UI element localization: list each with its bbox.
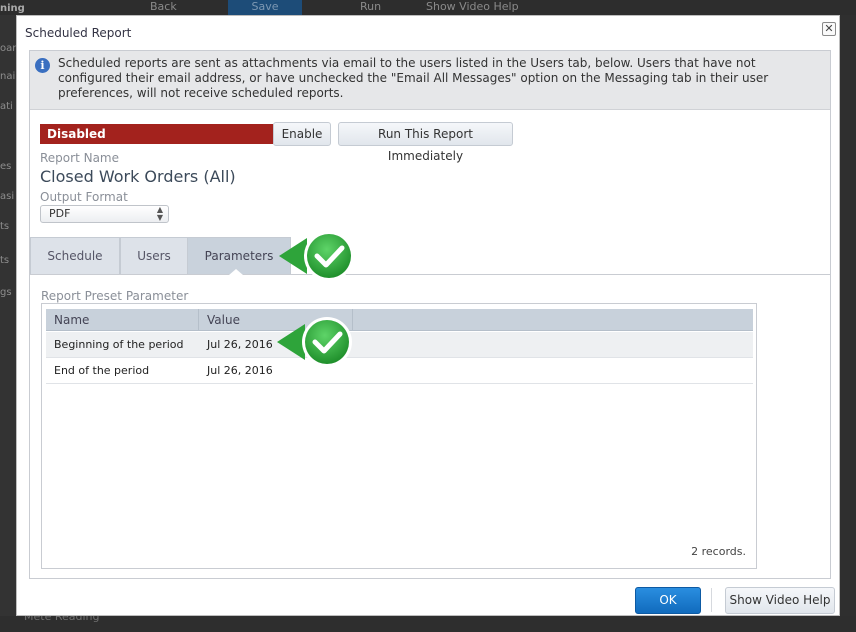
output-format-value: PDF xyxy=(49,207,71,220)
preset-parameter-label: Report Preset Parameter xyxy=(41,289,189,303)
background-save-button: Save xyxy=(228,0,302,15)
close-icon[interactable]: ✕ xyxy=(822,22,836,36)
column-header-name[interactable]: Name xyxy=(46,309,199,331)
background-run-button: Run xyxy=(360,0,382,13)
enable-button[interactable]: Enable xyxy=(273,122,331,146)
check-callout-icon xyxy=(277,317,352,367)
scheduled-report-dialog: Scheduled Report ✕ i Scheduled reports a… xyxy=(16,15,840,616)
report-panel: i Scheduled reports are sent as attachme… xyxy=(29,50,831,579)
check-callout-icon xyxy=(279,231,354,281)
output-format-label: Output Format xyxy=(40,190,128,204)
tab-pointer xyxy=(229,269,243,275)
footer-divider xyxy=(711,588,712,612)
sidebar-fragment: ning xyxy=(0,3,25,14)
background-video-help-button: Show Video Help xyxy=(426,0,519,13)
parameters-grid: Name Value Beginning of the period Jul 2… xyxy=(41,303,757,569)
ok-button[interactable]: OK xyxy=(635,587,701,614)
report-name-value: Closed Work Orders (All) xyxy=(40,167,236,186)
table-row[interactable]: End of the period Jul 26, 2016 xyxy=(46,358,753,384)
sidebar-fragment: ati xyxy=(0,101,13,112)
background-toolbar: Back Save Run Show Video Help xyxy=(0,0,856,15)
row-value-cell: Jul 26, 2016 xyxy=(207,338,273,351)
status-badge: Disabled xyxy=(40,124,273,144)
sidebar-fragment: asi xyxy=(0,191,15,202)
record-count: 2 records. xyxy=(691,545,746,558)
sidebar-fragment: gs xyxy=(0,287,12,298)
background-bottom-bar: Mete Reading xyxy=(0,610,856,632)
row-name-cell: End of the period xyxy=(54,364,150,377)
row-name-cell: Beginning of the period xyxy=(54,338,184,351)
select-arrows-icon: ▲ ▼ xyxy=(156,205,163,222)
background-right-edge xyxy=(840,15,856,632)
report-name-label: Report Name xyxy=(40,151,119,165)
sidebar-fragment: nai xyxy=(0,71,16,82)
output-format-select[interactable]: PDF ▲ ▼ xyxy=(40,205,169,223)
run-report-immediately-button[interactable]: Run This Report Immediately xyxy=(338,122,513,163)
sidebar-fragment: ts xyxy=(0,255,10,266)
dialog-title: Scheduled Report xyxy=(25,26,132,40)
info-icon: i xyxy=(35,58,50,73)
info-message: i Scheduled reports are sent as attachme… xyxy=(30,51,830,110)
background-back-button: Back xyxy=(150,0,177,13)
sidebar-fragment: es xyxy=(0,161,12,172)
row-value-cell: Jul 26, 2016 xyxy=(207,364,273,377)
background-sidebar: ning oar nai ati es asi ts ts gs xyxy=(0,3,25,632)
tab-schedule[interactable]: Schedule xyxy=(30,237,120,274)
info-text: Scheduled reports are sent as attachment… xyxy=(58,56,769,100)
table-row[interactable]: Beginning of the period Jul 26, 2016 xyxy=(46,332,753,358)
sidebar-fragment: oar xyxy=(0,43,17,54)
grid-header: Name Value xyxy=(46,309,753,331)
sidebar-fragment: ts xyxy=(0,221,10,232)
tab-users[interactable]: Users xyxy=(120,237,188,274)
tab-divider xyxy=(30,274,830,275)
show-video-help-button[interactable]: Show Video Help xyxy=(725,587,835,614)
